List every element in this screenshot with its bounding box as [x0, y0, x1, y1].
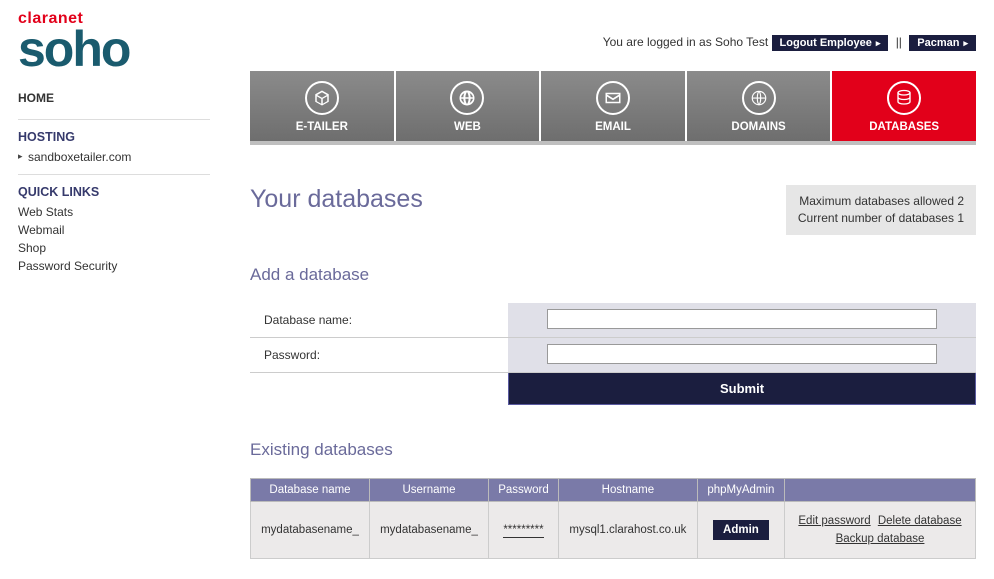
col-actions: [785, 478, 976, 501]
admin-button[interactable]: Admin: [713, 520, 769, 540]
nav-quicklink-webstats[interactable]: Web Stats: [18, 203, 210, 221]
existing-db-title: Existing databases: [250, 440, 976, 460]
tab-email[interactable]: EMAIL: [541, 71, 685, 141]
password-label: Password:: [250, 338, 508, 372]
nav-hosting-title: HOSTING: [18, 130, 210, 144]
password-reveal[interactable]: *********: [503, 524, 543, 538]
tab-label: EMAIL: [595, 121, 631, 133]
db-name-label: Database name:: [250, 303, 508, 337]
backup-database-link[interactable]: Backup database: [836, 533, 925, 545]
status-max: Maximum databases allowed 2: [798, 193, 964, 210]
status-current: Current number of databases 1: [798, 210, 964, 227]
main-content: You are logged in as Soho Test Logout Em…: [225, 0, 994, 579]
tab-domains[interactable]: DOMAINS: [687, 71, 831, 141]
cell-username: mydatabasename_: [370, 501, 489, 559]
cell-dbname: mydatabasename_: [251, 501, 370, 559]
topbar: You are logged in as Soho Test Logout Em…: [250, 0, 976, 71]
tab-etailer[interactable]: E-TAILER: [250, 71, 394, 141]
logged-in-text: You are logged in as: [603, 35, 715, 49]
submit-button[interactable]: Submit: [508, 373, 976, 405]
nav-quicklink-webmail[interactable]: Webmail: [18, 221, 210, 239]
col-username: Username: [370, 478, 489, 501]
tab-label: DOMAINS: [731, 121, 785, 133]
mail-icon: [596, 81, 630, 115]
password-input[interactable]: [547, 344, 937, 364]
product-tabs: E-TAILER WEB EMAIL DOMAINS DATABASES: [250, 71, 976, 145]
add-db-title: Add a database: [250, 265, 976, 285]
cube-icon: [305, 81, 339, 115]
tab-web[interactable]: WEB: [396, 71, 540, 141]
sidebar: claranet soho HOME HOSTING sandboxetaile…: [0, 0, 225, 579]
table-header-row: Database name Username Password Hostname…: [251, 478, 976, 501]
topbar-separator: ||: [896, 35, 902, 49]
delete-database-link[interactable]: Delete database: [878, 515, 962, 527]
existing-db-table: Database name Username Password Hostname…: [250, 478, 976, 560]
db-status-box: Maximum databases allowed 2 Current numb…: [786, 185, 976, 235]
tab-label: WEB: [454, 121, 481, 133]
logo-brand-bottom: soho: [18, 28, 210, 71]
nav-quicklink-shop[interactable]: Shop: [18, 239, 210, 257]
col-hostname: Hostname: [558, 478, 697, 501]
network-icon: [742, 81, 776, 115]
db-name-input[interactable]: [547, 309, 937, 329]
page-title: Your databases: [250, 185, 423, 214]
nav-quicklinks-title: QUICK LINKS: [18, 185, 210, 199]
logged-in-username: Soho Test: [715, 35, 768, 49]
col-phpmyadmin: phpMyAdmin: [697, 478, 784, 501]
tab-label: E-TAILER: [296, 121, 348, 133]
logo: claranet soho: [18, 10, 210, 71]
cell-hostname: mysql1.clarahost.co.uk: [558, 501, 697, 559]
pacman-button[interactable]: Pacman: [909, 35, 976, 51]
col-dbname: Database name: [251, 478, 370, 501]
tab-label: DATABASES: [869, 121, 939, 133]
globe-icon: [450, 81, 484, 115]
tab-databases[interactable]: DATABASES: [832, 71, 976, 141]
nav-home[interactable]: HOME: [18, 89, 210, 107]
nav-hosting-item[interactable]: sandboxetailer.com: [18, 148, 210, 166]
nav-quicklink-password[interactable]: Password Security: [18, 257, 210, 275]
database-icon: [887, 81, 921, 115]
col-password: Password: [489, 478, 559, 501]
logout-button[interactable]: Logout Employee: [772, 35, 889, 51]
add-db-form: Database name: Password: Submit: [250, 303, 976, 405]
edit-password-link[interactable]: Edit password: [798, 515, 870, 527]
table-row: mydatabasename_ mydatabasename_ ********…: [251, 501, 976, 559]
